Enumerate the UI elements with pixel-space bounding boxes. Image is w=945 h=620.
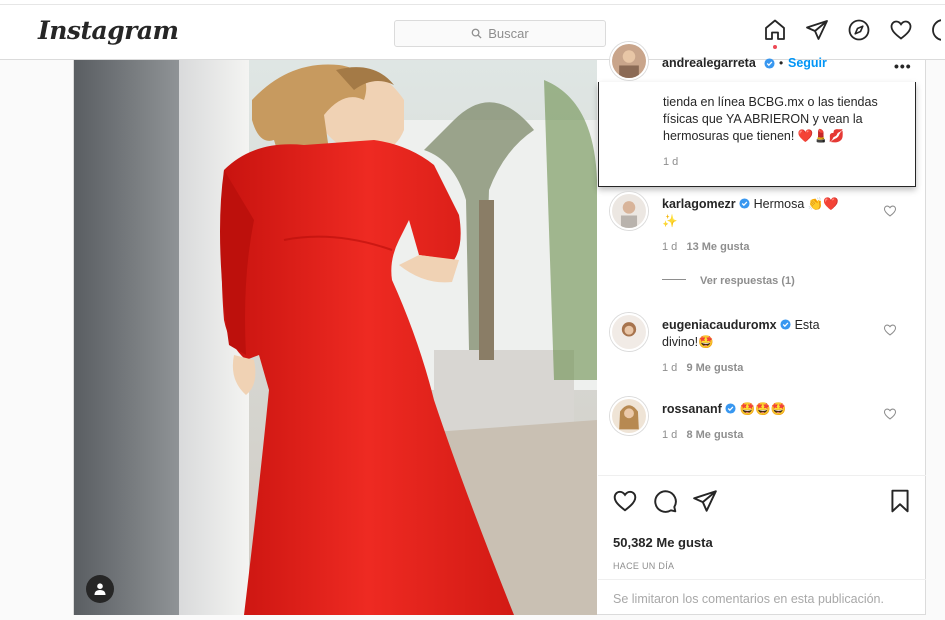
- verified-badge-icon: [739, 198, 750, 209]
- save-bookmark-icon[interactable]: [887, 488, 913, 514]
- caption-line: hermosuras que tienen! ❤️💄💋: [663, 129, 845, 143]
- comment-body: eugeniacauduromx Esta divino!🤩 1 d 9 Me …: [662, 317, 892, 377]
- tagged-user-button[interactable]: [86, 575, 114, 603]
- comment-likes[interactable]: 8 Me gusta: [686, 429, 743, 441]
- like-comment-heart-icon[interactable]: [883, 407, 897, 421]
- comment-item: rossananf 🤩🤩🤩 1 d 8 Me gusta: [598, 397, 926, 457]
- comment-likes[interactable]: 9 Me gusta: [686, 362, 743, 374]
- search-icon: [471, 28, 482, 39]
- post-header: andrealegarreta • Seguir •••: [598, 42, 926, 82]
- comment-meta: 1 d 8 Me gusta: [662, 427, 892, 444]
- view-replies-label: Ver respuestas (1): [700, 275, 795, 287]
- explore-icon[interactable]: [847, 18, 871, 42]
- profile-avatar-icon[interactable]: [931, 18, 941, 42]
- comment-timestamp: 1 d: [662, 241, 678, 253]
- user-icon: [94, 583, 106, 595]
- likes-count[interactable]: 50,382 Me gusta: [613, 535, 713, 550]
- author-username[interactable]: andrealegarreta: [662, 56, 756, 70]
- photo-illustration: [74, 60, 597, 615]
- comment-text: Esta: [794, 318, 820, 332]
- more-options-button[interactable]: •••: [894, 58, 912, 74]
- search-placeholder: Buscar: [488, 26, 529, 41]
- comment-item: eugeniacauduromx Esta divino!🤩 1 d 9 Me …: [598, 313, 926, 383]
- comment-username[interactable]: karlagomezr: [662, 197, 736, 211]
- activity-heart-icon[interactable]: [889, 18, 913, 42]
- caption-timestamp: 1 d: [663, 156, 679, 168]
- notification-dot: [773, 45, 777, 49]
- author-avatar[interactable]: [610, 42, 648, 80]
- comment-avatar[interactable]: [610, 192, 648, 230]
- post-sidebar: andrealegarreta • Seguir ••• tienda en l…: [598, 42, 926, 615]
- nav-icons: [763, 18, 945, 49]
- comment-timestamp: 1 d: [662, 429, 678, 441]
- verified-badge-icon: [725, 403, 736, 414]
- comment-text-continued: divino!🤩: [662, 335, 714, 349]
- comments-disabled-text: Se limitaron los comentarios en esta pub…: [613, 592, 884, 606]
- share-direct-icon[interactable]: [692, 488, 718, 514]
- verified-badge-icon: [780, 319, 791, 330]
- comment-username[interactable]: rossananf: [662, 402, 722, 416]
- post-actions: 50,382 Me gusta HACE UN DÍA Se limitaron…: [598, 475, 926, 615]
- comment-avatar[interactable]: [610, 397, 648, 435]
- like-heart-icon[interactable]: [612, 488, 638, 514]
- comment-bubble-icon[interactable]: [652, 488, 678, 514]
- comment-likes[interactable]: 13 Me gusta: [686, 241, 749, 253]
- view-replies-button[interactable]: Ver respuestas (1): [662, 273, 892, 290]
- comment-body: rossananf 🤩🤩🤩 1 d 8 Me gusta: [662, 401, 892, 444]
- replies-divider: [662, 279, 686, 280]
- comments-disabled-notice: Se limitaron los comentarios en esta pub…: [598, 579, 926, 616]
- comment-meta: 1 d 9 Me gusta: [662, 360, 892, 377]
- direct-icon[interactable]: [805, 18, 829, 42]
- caption-box: tienda en línea BCBG.mx o las tiendas fí…: [598, 82, 916, 187]
- like-comment-heart-icon[interactable]: [883, 323, 897, 337]
- comment-avatar[interactable]: [610, 313, 648, 351]
- caption-text: tienda en línea BCBG.mx o las tiendas fí…: [663, 94, 903, 171]
- post-timestamp: HACE UN DÍA: [613, 561, 675, 571]
- comment-meta: 1 d 13 Me gusta: [662, 239, 892, 256]
- comment-timestamp: 1 d: [662, 362, 678, 374]
- caption-line: físicas que YA ABRIERON y vean la: [663, 112, 863, 126]
- browser-divider: [0, 4, 945, 5]
- search-input[interactable]: Buscar: [394, 20, 606, 47]
- comment-text-continued: ✨: [662, 214, 678, 228]
- caption-line: tienda en línea BCBG.mx o las tiendas: [663, 95, 878, 109]
- comment-text: Hermosa 👏❤️: [753, 197, 839, 211]
- verified-badge-icon: [764, 58, 775, 69]
- follow-button[interactable]: Seguir: [788, 56, 827, 70]
- home-icon[interactable]: [763, 18, 787, 49]
- post-photo[interactable]: [74, 60, 597, 615]
- like-comment-heart-icon[interactable]: [883, 204, 897, 218]
- comment-item: karlagomezr Hermosa 👏❤️ ✨ 1 d 13 Me gust…: [598, 192, 926, 287]
- top-navigation-bar: Instagram Buscar: [0, 0, 945, 60]
- header-separator: •: [779, 56, 784, 70]
- instagram-logo[interactable]: Instagram: [38, 16, 179, 45]
- comment-text: 🤩🤩🤩: [739, 402, 787, 416]
- comment-username[interactable]: eugeniacauduromx: [662, 318, 777, 332]
- post-dialog: andrealegarreta • Seguir ••• tienda en l…: [73, 42, 926, 615]
- comment-body: karlagomezr Hermosa 👏❤️ ✨ 1 d 13 Me gust…: [662, 196, 892, 290]
